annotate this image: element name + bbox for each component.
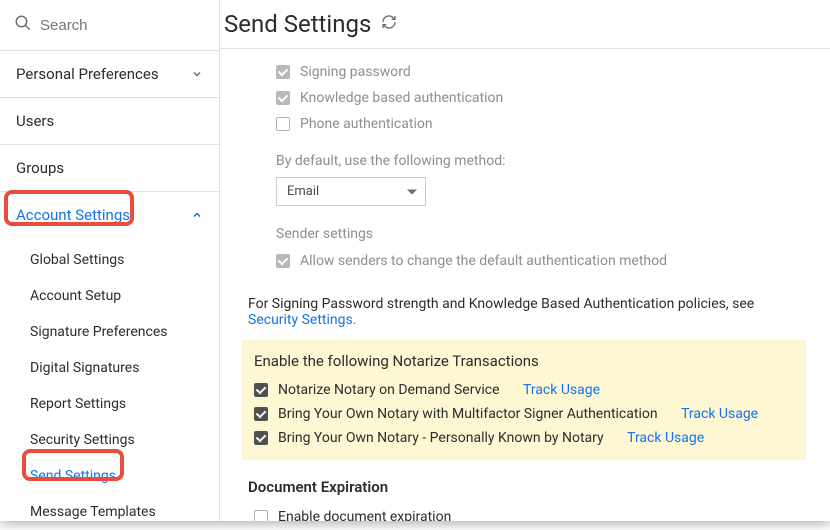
subnav-send-settings[interactable]: Send Settings bbox=[0, 458, 219, 494]
checkbox-label: Bring Your Own Notary - Personally Known… bbox=[278, 430, 604, 446]
subnav-security-settings[interactable]: Security Settings bbox=[0, 422, 219, 458]
track-usage-link[interactable]: Track Usage bbox=[627, 430, 704, 446]
checkbox-icon[interactable] bbox=[276, 254, 290, 268]
doc-expiration-heading: Document Expiration bbox=[248, 478, 806, 496]
chevron-down-icon bbox=[191, 68, 203, 80]
checkbox-label: Notarize Notary on Demand Service bbox=[278, 382, 500, 398]
opt-enable-expiration[interactable]: Enable document expiration bbox=[248, 504, 806, 521]
opt-byo-known[interactable]: Bring Your Own Notary - Personally Known… bbox=[248, 426, 790, 450]
checkbox-icon[interactable] bbox=[276, 117, 290, 131]
select-value: Email bbox=[287, 184, 319, 199]
checkbox-label: Knowledge based authentication bbox=[300, 90, 503, 106]
nav-account-settings[interactable]: Account Settings bbox=[0, 192, 219, 238]
default-method-label: By default, use the following method: bbox=[276, 153, 806, 169]
checkbox-label: Phone authentication bbox=[300, 116, 433, 132]
nav-label: Personal Preferences bbox=[16, 65, 159, 83]
default-method-select[interactable]: Email bbox=[276, 177, 426, 206]
account-settings-subnav: Global Settings Account Setup Signature … bbox=[0, 238, 219, 530]
opt-kba[interactable]: Knowledge based authentication bbox=[276, 85, 806, 111]
track-usage-link[interactable]: Track Usage bbox=[523, 382, 600, 398]
notarize-panel: Enable the following Notarize Transactio… bbox=[242, 340, 806, 460]
sidebar: Personal Preferences Users Groups Accoun… bbox=[0, 0, 220, 521]
page-title: Send Settings bbox=[224, 10, 371, 38]
subnav-message-templates[interactable]: Message Templates bbox=[0, 494, 219, 530]
search-icon bbox=[14, 14, 32, 36]
policy-note: For Signing Password strength and Knowle… bbox=[248, 296, 806, 328]
policy-note-text: For Signing Password strength and Knowle… bbox=[248, 296, 754, 312]
nav-label: Users bbox=[16, 112, 54, 130]
search-input[interactable] bbox=[40, 17, 203, 34]
opt-phone-auth[interactable]: Phone authentication bbox=[276, 111, 806, 137]
track-usage-link[interactable]: Track Usage bbox=[681, 406, 758, 422]
checkbox-label: Bring Your Own Notary with Multifactor S… bbox=[278, 406, 658, 422]
chevron-up-icon bbox=[191, 209, 203, 221]
checkbox-icon[interactable] bbox=[254, 510, 268, 521]
sender-settings-label: Sender settings bbox=[276, 226, 806, 242]
subnav-signature-preferences[interactable]: Signature Preferences bbox=[0, 314, 219, 350]
opt-allow-sender-change[interactable]: Allow senders to change the default auth… bbox=[276, 248, 806, 274]
opt-notary-on-demand[interactable]: Notarize Notary on Demand Service Track … bbox=[248, 378, 790, 402]
checkbox-label: Allow senders to change the default auth… bbox=[300, 253, 667, 269]
checkbox-icon[interactable] bbox=[254, 383, 268, 397]
checkbox-label: Enable document expiration bbox=[278, 509, 451, 521]
security-settings-link[interactable]: Security Settings. bbox=[248, 312, 356, 328]
subnav-report-settings[interactable]: Report Settings bbox=[0, 386, 219, 422]
opt-byo-multifactor[interactable]: Bring Your Own Notary with Multifactor S… bbox=[248, 402, 790, 426]
main-body: Signing password Knowledge based authent… bbox=[220, 49, 830, 521]
main-header: Send Settings bbox=[220, 8, 830, 49]
main-content: Send Settings Signing password Knowledge… bbox=[220, 0, 830, 521]
nav-label: Account Settings bbox=[16, 206, 130, 224]
checkbox-icon[interactable] bbox=[254, 407, 268, 421]
nav-users[interactable]: Users bbox=[0, 98, 219, 145]
checkbox-icon[interactable] bbox=[254, 431, 268, 445]
notarize-title: Enable the following Notarize Transactio… bbox=[248, 352, 790, 370]
checkbox-icon[interactable] bbox=[276, 91, 290, 105]
subnav-account-setup[interactable]: Account Setup bbox=[0, 278, 219, 314]
refresh-icon[interactable] bbox=[381, 14, 397, 34]
subnav-global-settings[interactable]: Global Settings bbox=[0, 242, 219, 278]
nav-label: Groups bbox=[16, 159, 64, 177]
nav-personal-preferences[interactable]: Personal Preferences bbox=[0, 51, 219, 98]
subnav-digital-signatures[interactable]: Digital Signatures bbox=[0, 350, 219, 386]
checkbox-icon[interactable] bbox=[276, 65, 290, 79]
checkbox-label: Signing password bbox=[300, 64, 411, 80]
opt-signing-password[interactable]: Signing password bbox=[276, 59, 806, 85]
search-row[interactable] bbox=[0, 0, 219, 51]
nav-groups[interactable]: Groups bbox=[0, 145, 219, 192]
